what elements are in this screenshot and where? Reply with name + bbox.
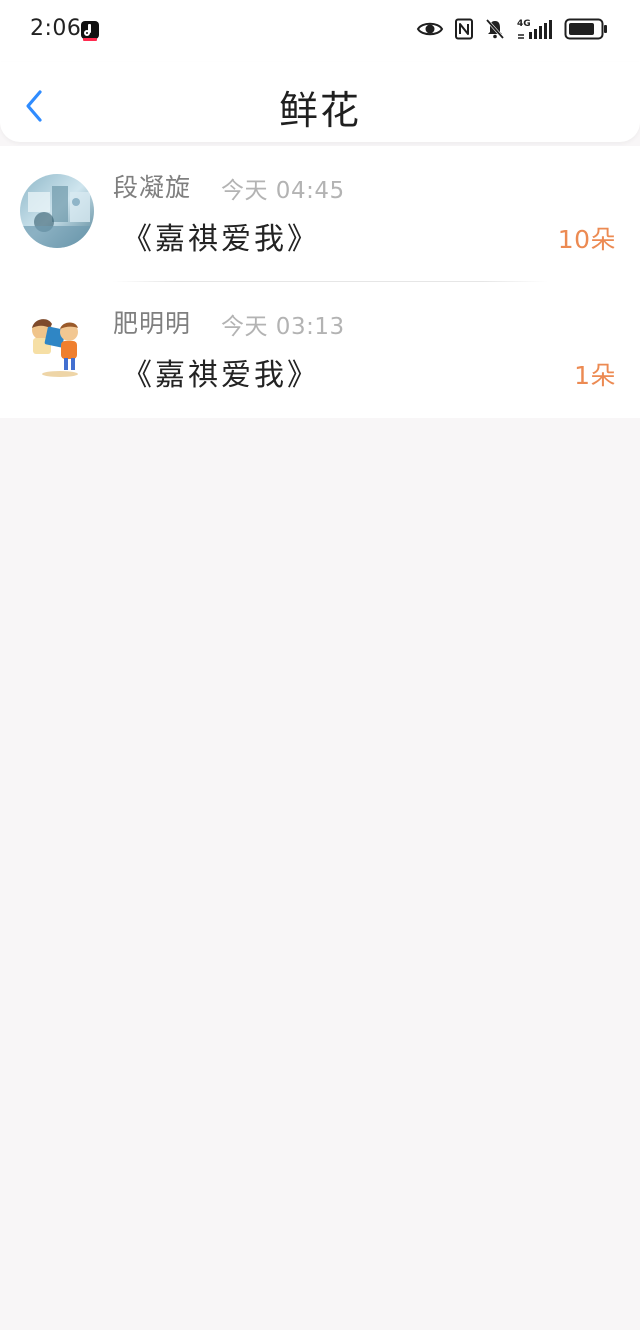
page-title: 鲜花 [278, 89, 361, 134]
list-item[interactable]: 段凝旋 今天 04:45 《嘉祺爱我》 10朵 [0, 146, 640, 282]
sent-time: 今天 04:45 [221, 178, 345, 204]
sent-time: 今天 03:13 [221, 314, 345, 340]
eye-icon [416, 18, 444, 44]
svg-text:4G: 4G [517, 19, 531, 29]
avatar[interactable] [20, 310, 94, 384]
mute-icon [484, 18, 506, 44]
avatar[interactable] [20, 174, 94, 248]
signal-icon: 4G [516, 17, 554, 45]
gift-title: 《嘉祺爱我》 [122, 358, 320, 393]
flower-count: 10朵 [557, 225, 616, 254]
nav-bar: 鲜花 [0, 62, 640, 142]
flower-list: 段凝旋 今天 04:45 《嘉祺爱我》 10朵 肥明明 今天 03:13 《嘉祺… [0, 146, 640, 418]
status-time: 2:06 [30, 16, 82, 41]
tiktok-icon [81, 21, 99, 41]
flower-count: 1朵 [574, 361, 616, 390]
status-icons: 4G [416, 17, 608, 45]
gift-title: 《嘉祺爱我》 [122, 222, 320, 257]
battery-icon [564, 17, 608, 45]
nfc-icon [454, 18, 474, 44]
sender-name: 肥明明 [113, 309, 192, 338]
status-bar: 2:06 4G [0, 0, 640, 62]
sender-name: 段凝旋 [113, 173, 192, 202]
list-item[interactable]: 肥明明 今天 03:13 《嘉祺爱我》 1朵 [0, 282, 640, 418]
